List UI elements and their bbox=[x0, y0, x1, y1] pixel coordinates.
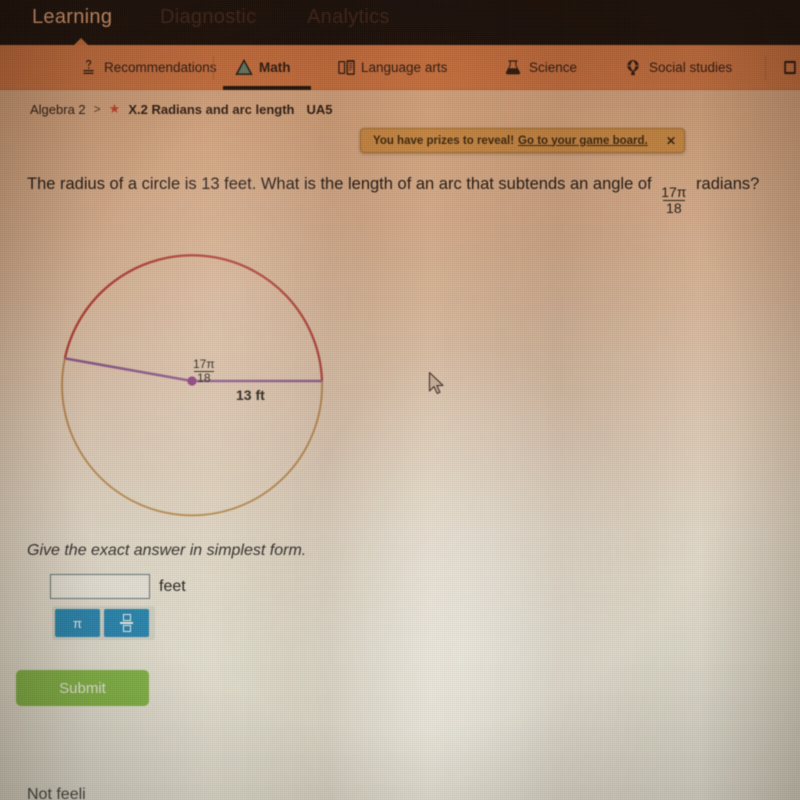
angle-fraction: 17π 18 bbox=[190, 356, 218, 385]
nav-divider bbox=[213, 56, 214, 80]
close-icon[interactable]: ✕ bbox=[666, 134, 676, 148]
fraction-bar-icon bbox=[120, 622, 133, 624]
radius-left bbox=[64, 357, 193, 383]
angle-label: 17π 18 bbox=[188, 350, 220, 385]
more-subjects-icon bbox=[782, 58, 799, 77]
breadcrumb-skill-name: X.2 Radians and arc length bbox=[128, 101, 295, 117]
breadcrumb-course[interactable]: Algebra 2 bbox=[30, 102, 86, 117]
science-icon bbox=[505, 58, 522, 77]
fraction-denominator-box-icon bbox=[122, 624, 131, 632]
top-nav-bar: Learning Diagnostic Analytics bbox=[0, 0, 800, 47]
fraction-template-icon bbox=[120, 614, 133, 632]
subject-tab-label: Language arts bbox=[361, 60, 448, 75]
recommendations-icon bbox=[80, 58, 97, 77]
photographed-screen: Learning Diagnostic Analytics Recommenda… bbox=[0, 0, 800, 800]
active-subject-underline bbox=[223, 86, 311, 90]
game-board-link[interactable]: Go to your game board. bbox=[518, 135, 648, 147]
subject-tab-recommendations[interactable]: Recommendations bbox=[80, 45, 217, 90]
question-part-1: The radius of a circle is 13 feet. What … bbox=[27, 175, 657, 193]
fraction-denominator: 18 bbox=[663, 199, 685, 216]
fraction-numerator-box-icon bbox=[122, 614, 131, 622]
prize-notification-banner: You have prizes to reveal! Go to your ga… bbox=[360, 128, 685, 153]
social-studies-icon bbox=[625, 58, 642, 77]
keypad-pi-label: π bbox=[73, 615, 82, 631]
subject-tab-math[interactable]: Math bbox=[223, 45, 311, 90]
answer-input[interactable] bbox=[50, 574, 150, 599]
mouse-cursor-icon bbox=[428, 371, 444, 395]
question-angle-fraction: 17π 18 bbox=[658, 183, 689, 216]
subject-tab-science[interactable]: Science bbox=[505, 45, 577, 90]
answer-row: feet bbox=[50, 574, 186, 599]
not-feeling-ready-link[interactable]: Not feeli bbox=[27, 786, 86, 800]
subject-tab-label: Social studies bbox=[649, 60, 733, 75]
breadcrumb-chevron-icon: > bbox=[93, 102, 101, 116]
subject-tab-language-arts[interactable]: Language arts bbox=[337, 45, 447, 90]
subject-tab-label: Recommendations bbox=[104, 60, 217, 75]
keypad-fraction-button[interactable] bbox=[104, 609, 149, 637]
radius-length-label: 13 ft bbox=[236, 387, 265, 403]
subject-tab-social-studies[interactable]: Social studies bbox=[625, 45, 732, 90]
nav-divider bbox=[765, 56, 766, 80]
fraction-numerator: 17π bbox=[193, 356, 215, 371]
top-tab-learning[interactable]: Learning bbox=[32, 6, 112, 29]
breadcrumb: Algebra 2 > ★ X.2 Radians and arc length… bbox=[30, 101, 333, 117]
question-text: The radius of a circle is 13 feet. What … bbox=[27, 168, 787, 216]
fraction-numerator: 17π bbox=[661, 183, 687, 200]
fraction-denominator: 18 bbox=[194, 370, 214, 385]
top-tab-analytics[interactable]: Analytics bbox=[307, 6, 390, 29]
language-arts-icon bbox=[337, 58, 355, 77]
ixl-page: Learning Diagnostic Analytics Recommenda… bbox=[0, 0, 800, 800]
subject-tab-label: Math bbox=[259, 60, 291, 75]
notification-message: You have prizes to reveal! bbox=[373, 134, 515, 147]
subject-tab-overflow[interactable] bbox=[782, 45, 799, 90]
answer-unit-label: feet bbox=[159, 577, 186, 595]
breadcrumb-skill-code: UA5 bbox=[306, 101, 333, 117]
question-part-2: radians? bbox=[691, 175, 760, 193]
math-keypad: π bbox=[52, 606, 155, 640]
submit-button[interactable]: Submit bbox=[16, 670, 149, 706]
top-tab-diagnostic[interactable]: Diagnostic bbox=[160, 6, 256, 29]
star-icon: ★ bbox=[108, 101, 121, 116]
answer-instruction: Give the exact answer in simplest form. bbox=[27, 542, 307, 559]
subject-nav-bar: Recommendations Math Language arts Scien… bbox=[0, 45, 800, 90]
math-icon bbox=[235, 58, 253, 77]
keypad-pi-button[interactable]: π bbox=[55, 609, 100, 637]
circle-diagram: 17π 18 13 ft bbox=[40, 232, 350, 532]
subject-tab-label: Science bbox=[529, 60, 578, 75]
